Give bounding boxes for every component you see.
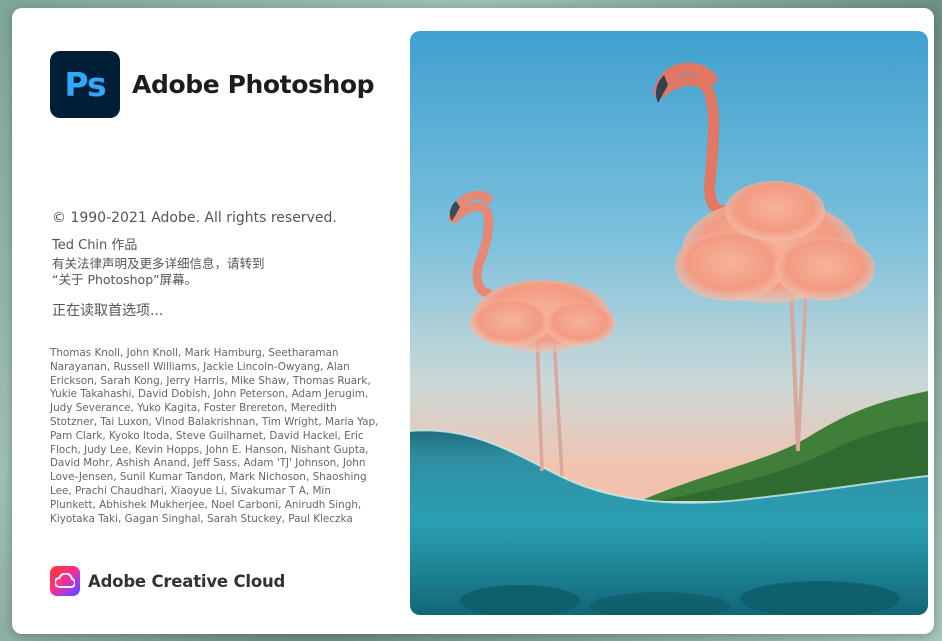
photoshop-logo-text: Ps [64, 65, 106, 104]
loading-status: 正在读取首选项... [52, 303, 164, 319]
legal-notice-line-1: 有关法律声明及更多详细信息，请转到 [52, 256, 265, 271]
legal-notice-line-2: “关于 Photoshop”屏幕。 [52, 272, 198, 287]
credits-list: Thomas Knoll, John Knoll, Mark Hamburg, … [50, 347, 379, 525]
artwork-credit: Ted Chin 作品 [52, 238, 138, 253]
legal-notice: 有关法律声明及更多详细信息，请转到 “关于 Photoshop”屏幕。 [52, 256, 265, 288]
copyright-text: © 1990-2021 Adobe. All rights reserved. [52, 210, 337, 226]
app-title: Adobe Photoshop [132, 70, 375, 99]
creative-cloud-icon [50, 566, 80, 596]
splash-screen: Ps Adobe Photoshop © 1990-2021 Adobe. Al… [12, 8, 934, 634]
creative-cloud-label: Adobe Creative Cloud [88, 572, 286, 591]
flamingo-cloud-artwork [410, 31, 928, 615]
photoshop-logo-icon: Ps [50, 51, 120, 118]
